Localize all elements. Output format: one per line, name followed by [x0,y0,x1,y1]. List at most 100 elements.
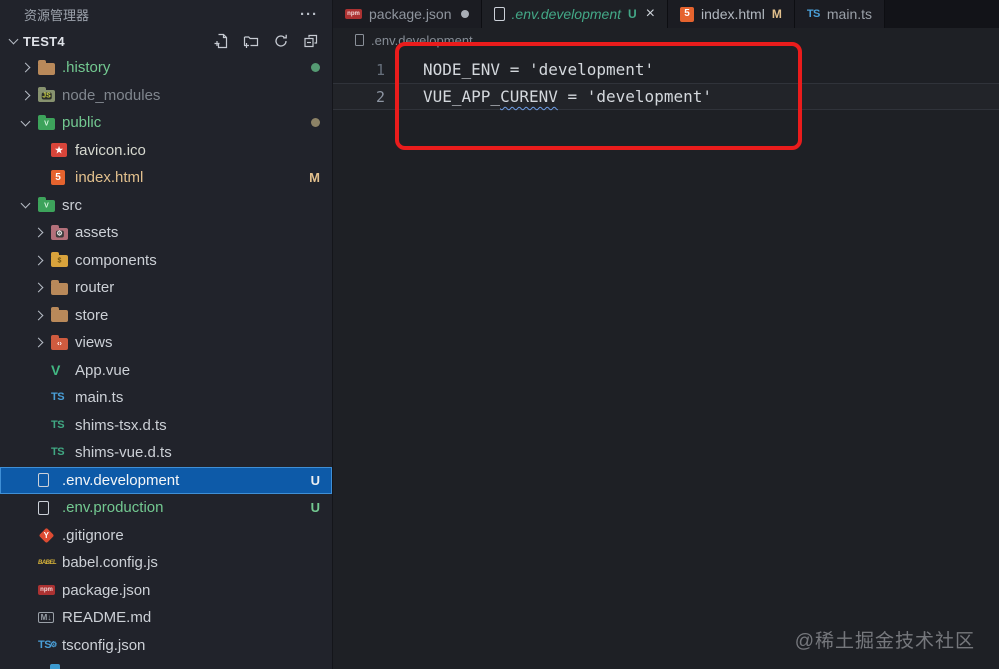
tree-item-assets[interactable]: ⚙ assets [0,219,332,247]
editor-area: npm package.json .env.development U × 5 index.… [333,0,999,669]
icon-slot: V [38,114,60,130]
git-icon: Y [38,527,54,544]
folder-icon: JS [38,87,55,103]
tree-item-router[interactable]: router [0,274,332,302]
tree-item-label: .gitignore [62,526,124,544]
file-type-icon: M↓ [38,612,54,624]
file-icon [355,34,364,46]
status-dot [311,63,320,73]
tree-item-label: App.vue [75,361,131,379]
collapse-all-button[interactable] [300,30,322,52]
chevron-right-icon [20,90,31,101]
tree-item-public[interactable]: Vpublic [0,109,332,137]
tree-item-package.json[interactable]: npm package.json [0,577,332,605]
file-type-icon: 5 [680,6,695,22]
chevron-slot [20,90,38,101]
file-type-icon: TS [51,391,65,404]
tree-item-label: public [62,114,102,132]
tree-item-label: main.ts [75,389,124,407]
gear-icon: ⚙ [50,640,57,650]
tree-item-favicon.ico[interactable]: ★ favicon.ico [0,137,332,165]
icon-slot: 5 [51,170,73,186]
icon-slot: TS [51,419,73,431]
tab-main.ts[interactable]: TS main.ts [794,0,886,28]
tree-item-label: router [75,279,115,297]
line-number: 1 [375,60,385,79]
tree-item-.env.production[interactable]: .env.production U [0,494,332,522]
icon-slot: V [38,197,60,213]
tree-item-label: shims-vue.d.ts [75,444,172,462]
unsaved-dot-icon[interactable] [460,10,469,18]
tree-item-shims-vue.d.ts[interactable]: TS shims-vue.d.ts [0,439,332,467]
folder-icon: $ [51,252,68,268]
git-status-badge: U [310,472,320,488]
code-line-1[interactable]: 1 NODE_ENV = 'development' [333,56,999,83]
tree-item-.history[interactable]: .history [0,54,332,82]
chevron-right-icon [20,62,31,73]
more-actions-icon[interactable]: ··· [300,6,318,23]
chevron-down-icon [20,116,31,127]
file-type-icon: npm [345,9,362,19]
tab-index.html[interactable]: 5 index.html M [668,0,795,28]
breadcrumb[interactable]: .env.development [333,28,473,52]
tree-item-index.html[interactable]: 5 index.html M [0,164,332,192]
icon-slot [38,59,60,75]
tree-item-label: assets [75,224,119,242]
tree-item-label: views [75,334,113,352]
tree-item-README.md[interactable]: M↓ README.md [0,604,332,632]
icon-slot: M↓ [38,612,60,624]
tab-package.json[interactable]: npm package.json [333,0,482,28]
tree-item-node_modules[interactable]: JS node_modules [0,82,332,110]
chevron-down-icon [20,198,31,209]
breadcrumb-file: .env.development [371,32,473,48]
icon-slot [51,307,73,323]
file-type-icon: npm [38,585,55,596]
tree-item-views[interactable]: ‹› views [0,329,332,357]
chevron-slot [20,198,38,209]
tree-item-src[interactable]: Vsrc [0,192,332,220]
code-line-2[interactable]: 2 VUE_APP_CURENV = 'development' [333,83,999,110]
chevron-slot [33,255,51,266]
tree-item-main.ts[interactable]: TS main.ts [0,384,332,412]
folder-overlay-glyph: V [44,120,49,128]
icon-slot: $ [51,252,73,268]
tree-item-.gitignore[interactable]: Y .gitignore [0,522,332,550]
file-type-icon: TS [51,446,65,459]
chevron-right-icon [33,227,44,238]
watermark: @稀土掘金技术社区 [794,631,975,652]
chevron-right-icon [33,255,44,266]
tree-item-label: .history [62,59,111,77]
tree-item-label: tsconfig.json [62,636,146,654]
tree-item-store[interactable]: store [0,302,332,330]
icon-slot: ‹› [51,334,73,350]
project-name: TEST4 [23,33,65,49]
vscode-window: 资源管理器 ··· TEST4 .history JS node_modules… [0,0,999,669]
chevron-down-icon [8,34,19,45]
tree-item-tsconfig.json[interactable]: TS ⚙ tsconfig.json [0,632,332,660]
folder-overlay-glyph: V [44,202,49,210]
folder-icon: V [38,197,55,213]
tab-.env.development[interactable]: .env.development U × [481,0,669,28]
new-file-button[interactable] [210,30,232,52]
tree-item-.env.development[interactable]: .env.development U [0,466,332,494]
tree-item-label: favicon.ico [75,141,146,159]
folder-overlay-glyph: ‹› [57,340,62,348]
project-section-header[interactable]: TEST4 [0,28,332,54]
chevron-right-icon [33,337,44,348]
tree-item-components[interactable]: $ components [0,247,332,275]
new-folder-button[interactable] [240,30,262,52]
icon-slot: TS [51,392,73,403]
tree-item-App.vue[interactable]: V App.vue [0,357,332,385]
new-file-icon [214,33,228,49]
code-text: NODE_ENV = 'development' [423,60,655,79]
new-folder-icon [243,36,259,48]
tree-item-shims-tsx.d.ts[interactable]: TS shims-tsx.d.ts [0,412,332,440]
tree-item-babel.config.js[interactable]: BABEL babel.config.js [0,549,332,577]
refresh-button[interactable] [270,30,292,52]
close-icon[interactable]: × [646,6,655,22]
code-editor[interactable]: 1 NODE_ENV = 'development' 2 VUE_APP_CURENV… [333,56,999,110]
tree-item-label: node_modules [62,86,161,104]
chevron-right-icon [33,310,44,321]
git-status-badge: M [309,170,320,186]
document-icon [38,473,49,488]
